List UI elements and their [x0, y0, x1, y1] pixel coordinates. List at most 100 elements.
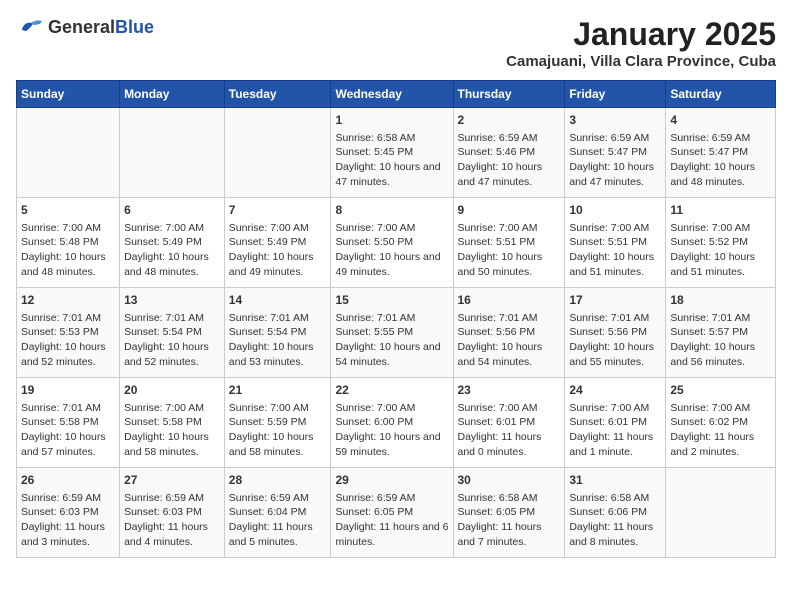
day-number: 28: [229, 472, 327, 489]
calendar-cell: 18Sunrise: 7:01 AM Sunset: 5:57 PM Dayli…: [666, 288, 776, 378]
day-content: Sunrise: 7:00 AM Sunset: 5:59 PM Dayligh…: [229, 401, 327, 460]
calendar-cell: 4Sunrise: 6:59 AM Sunset: 5:47 PM Daylig…: [666, 108, 776, 198]
calendar-cell: 31Sunrise: 6:58 AM Sunset: 6:06 PM Dayli…: [565, 468, 666, 558]
day-number: 3: [569, 112, 661, 129]
day-content: Sunrise: 7:01 AM Sunset: 5:54 PM Dayligh…: [124, 311, 220, 370]
calendar-cell: 1 Sunrise: 6:58 AM Sunset: 5:45 PM Daylig…: [331, 108, 453, 198]
day-number: 5: [21, 202, 115, 219]
day-content: Sunrise: 6:59 AM Sunset: 5:46 PM Dayligh…: [458, 131, 561, 190]
day-number: 2: [458, 112, 561, 129]
day-content: Sunrise: 7:01 AM Sunset: 5:56 PM Dayligh…: [458, 311, 561, 370]
day-content: Sunrise: 7:01 AM Sunset: 5:54 PM Dayligh…: [229, 311, 327, 370]
day-number: 22: [335, 382, 448, 399]
day-content: Sunrise: 6:58 AM Sunset: 5:45 PM Dayligh…: [335, 131, 448, 190]
calendar-table: SundayMondayTuesdayWednesdayThursdayFrid…: [16, 80, 776, 558]
logo-bird-icon: [16, 16, 44, 38]
day-content: Sunrise: 7:01 AM Sunset: 5:58 PM Dayligh…: [21, 401, 115, 460]
calendar-cell: 17 Sunrise: 7:01 AM Sunset: 5:56 PM Dayli…: [565, 288, 666, 378]
logo-blue: Blue: [115, 17, 154, 37]
day-number: 24: [569, 382, 661, 399]
calendar-cell: 16 Sunrise: 7:01 AM Sunset: 5:56 PM Dayli…: [453, 288, 565, 378]
logo: GeneralBlue: [16, 16, 154, 38]
day-content: Sunrise: 7:00 AM Sunset: 5:51 PM Dayligh…: [458, 221, 561, 280]
day-number: 27: [124, 472, 220, 489]
calendar-week-row: 1 Sunrise: 6:58 AM Sunset: 5:45 PM Daylig…: [17, 108, 776, 198]
day-number: 16: [458, 292, 561, 309]
header-day-wednesday: Wednesday: [331, 81, 453, 108]
day-content: Sunrise: 6:59 AM Sunset: 6:03 PM Dayligh…: [124, 491, 220, 550]
day-number: 20: [124, 382, 220, 399]
calendar-cell: 27 Sunrise: 6:59 AM Sunset: 6:03 PM Dayli…: [120, 468, 225, 558]
day-number: 23: [458, 382, 561, 399]
calendar-cell: 22Sunrise: 7:00 AM Sunset: 6:00 PM Dayli…: [331, 378, 453, 468]
header-day-friday: Friday: [565, 81, 666, 108]
day-number: 21: [229, 382, 327, 399]
header-row: SundayMondayTuesdayWednesdayThursdayFrid…: [17, 81, 776, 108]
header-day-monday: Monday: [120, 81, 225, 108]
day-number: 1: [335, 112, 448, 129]
day-content: Sunrise: 6:59 AM Sunset: 6:04 PM Dayligh…: [229, 491, 327, 550]
calendar-cell: 5 Sunrise: 7:00 AM Sunset: 5:48 PM Daylig…: [17, 198, 120, 288]
day-number: 18: [670, 292, 771, 309]
day-number: 11: [670, 202, 771, 219]
header-day-sunday: Sunday: [17, 81, 120, 108]
calendar-cell: 19Sunrise: 7:01 AM Sunset: 5:58 PM Dayli…: [17, 378, 120, 468]
calendar-week-row: 5 Sunrise: 7:00 AM Sunset: 5:48 PM Daylig…: [17, 198, 776, 288]
day-number: 14: [229, 292, 327, 309]
day-content: Sunrise: 7:00 AM Sunset: 5:49 PM Dayligh…: [229, 221, 327, 280]
day-number: 31: [569, 472, 661, 489]
day-number: 29: [335, 472, 448, 489]
day-content: Sunrise: 7:01 AM Sunset: 5:56 PM Dayligh…: [569, 311, 661, 370]
day-content: Sunrise: 7:00 AM Sunset: 6:01 PM Dayligh…: [569, 401, 661, 460]
day-content: Sunrise: 7:00 AM Sunset: 5:50 PM Dayligh…: [335, 221, 448, 280]
calendar-week-row: 19Sunrise: 7:01 AM Sunset: 5:58 PM Dayli…: [17, 378, 776, 468]
calendar-cell: 24 Sunrise: 7:00 AM Sunset: 6:01 PM Dayli…: [565, 378, 666, 468]
calendar-body: 1 Sunrise: 6:58 AM Sunset: 5:45 PM Daylig…: [17, 108, 776, 558]
logo-general: General: [48, 17, 115, 37]
day-number: 6: [124, 202, 220, 219]
calendar-header: SundayMondayTuesdayWednesdayThursdayFrid…: [17, 81, 776, 108]
calendar-subtitle: Camajuani, Villa Clara Province, Cuba: [506, 53, 776, 70]
day-number: 10: [569, 202, 661, 219]
day-content: Sunrise: 7:00 AM Sunset: 5:58 PM Dayligh…: [124, 401, 220, 460]
calendar-cell: [224, 108, 331, 198]
calendar-cell: 7Sunrise: 7:00 AM Sunset: 5:49 PM Daylig…: [224, 198, 331, 288]
calendar-cell: 13 Sunrise: 7:01 AM Sunset: 5:54 PM Dayli…: [120, 288, 225, 378]
calendar-cell: 30Sunrise: 6:58 AM Sunset: 6:05 PM Dayli…: [453, 468, 565, 558]
day-content: Sunrise: 6:59 AM Sunset: 5:47 PM Dayligh…: [569, 131, 661, 190]
day-number: 15: [335, 292, 448, 309]
calendar-cell: 6 Sunrise: 7:00 AM Sunset: 5:49 PM Daylig…: [120, 198, 225, 288]
calendar-cell: 15 Sunrise: 7:01 AM Sunset: 5:55 PM Dayli…: [331, 288, 453, 378]
calendar-title: January 2025: [506, 16, 776, 53]
day-number: 12: [21, 292, 115, 309]
day-content: Sunrise: 6:59 AM Sunset: 6:05 PM Dayligh…: [335, 491, 448, 550]
calendar-cell: 20 Sunrise: 7:00 AM Sunset: 5:58 PM Dayli…: [120, 378, 225, 468]
calendar-cell: [120, 108, 225, 198]
calendar-cell: 28 Sunrise: 6:59 AM Sunset: 6:04 PM Dayli…: [224, 468, 331, 558]
day-content: Sunrise: 7:00 AM Sunset: 5:49 PM Dayligh…: [124, 221, 220, 280]
calendar-cell: 9 Sunrise: 7:00 AM Sunset: 5:51 PM Daylig…: [453, 198, 565, 288]
header-day-thursday: Thursday: [453, 81, 565, 108]
calendar-cell: [666, 468, 776, 558]
day-number: 30: [458, 472, 561, 489]
day-number: 17: [569, 292, 661, 309]
day-content: Sunrise: 7:00 AM Sunset: 5:51 PM Dayligh…: [569, 221, 661, 280]
header-day-tuesday: Tuesday: [224, 81, 331, 108]
header-day-saturday: Saturday: [666, 81, 776, 108]
day-content: Sunrise: 7:01 AM Sunset: 5:55 PM Dayligh…: [335, 311, 448, 370]
day-content: Sunrise: 7:00 AM Sunset: 6:02 PM Dayligh…: [670, 401, 771, 460]
day-number: 26: [21, 472, 115, 489]
day-content: Sunrise: 6:59 AM Sunset: 5:47 PM Dayligh…: [670, 131, 771, 190]
day-number: 13: [124, 292, 220, 309]
day-number: 9: [458, 202, 561, 219]
calendar-cell: 29 Sunrise: 6:59 AM Sunset: 6:05 PM Dayli…: [331, 468, 453, 558]
day-content: Sunrise: 7:00 AM Sunset: 5:48 PM Dayligh…: [21, 221, 115, 280]
calendar-cell: [17, 108, 120, 198]
calendar-cell: 21 Sunrise: 7:00 AM Sunset: 5:59 PM Dayli…: [224, 378, 331, 468]
day-number: 8: [335, 202, 448, 219]
calendar-cell: 8 Sunrise: 7:00 AM Sunset: 5:50 PM Daylig…: [331, 198, 453, 288]
calendar-cell: 14 Sunrise: 7:01 AM Sunset: 5:54 PM Dayli…: [224, 288, 331, 378]
day-content: Sunrise: 7:00 AM Sunset: 6:01 PM Dayligh…: [458, 401, 561, 460]
calendar-cell: 11Sunrise: 7:00 AM Sunset: 5:52 PM Dayli…: [666, 198, 776, 288]
calendar-cell: 3 Sunrise: 6:59 AM Sunset: 5:47 PM Daylig…: [565, 108, 666, 198]
